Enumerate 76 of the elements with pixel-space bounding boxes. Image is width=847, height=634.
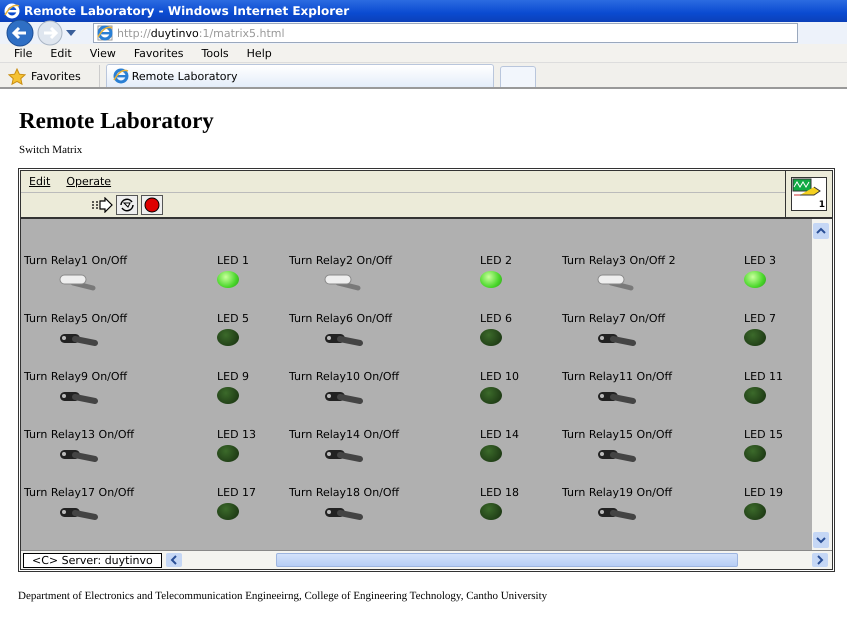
led-label: LED 10 (480, 370, 520, 383)
switch-label: Turn Relay2 On/Off (289, 254, 394, 267)
toggle-switch[interactable] (59, 505, 99, 523)
scroll-up-icon[interactable] (813, 223, 829, 239)
toggle-switch[interactable] (597, 505, 637, 523)
menu-item[interactable]: Favorites (126, 46, 194, 60)
scroll-down-icon[interactable] (813, 532, 829, 548)
led-label: LED 6 (480, 312, 514, 325)
switch-label: Turn Relay10 On/Off (289, 370, 400, 383)
led-label: LED 1 (217, 254, 250, 267)
page-subtitle: Switch Matrix (19, 144, 84, 156)
led-label: LED 15 (744, 428, 784, 441)
switch-label: Turn Relay13 On/Off (24, 428, 136, 441)
caret-icon[interactable] (66, 30, 76, 36)
toggle-switch[interactable] (59, 331, 99, 349)
switch-label: Turn Relay18 On/Off (289, 486, 400, 499)
address-field[interactable]: http://duytinvo:1/matrix5.html (93, 23, 798, 43)
led-label: LED 11 (744, 370, 784, 383)
window-title: Remote Laboratory - Windows Internet Explorer (24, 4, 350, 18)
switch-label: Turn Relay3 On/Off 2 (562, 254, 677, 267)
menu-item[interactable]: File (6, 46, 42, 60)
browser-tab[interactable]: Remote Laboratory (106, 64, 494, 87)
led-label: LED 9 (217, 370, 250, 383)
switch-label: Turn Relay17 On/Off (24, 486, 136, 499)
browser-icon (112, 68, 129, 84)
led-label: LED 3 (744, 254, 778, 267)
back-icon[interactable] (6, 19, 34, 47)
favorites-button[interactable]: Favorites (8, 65, 100, 87)
run-continuous-icon[interactable] (116, 195, 138, 215)
page-heading: Remote Laboratory (19, 107, 215, 135)
switch-label: Turn Relay11 On/Off (562, 370, 674, 383)
scroll-left-icon[interactable] (166, 553, 182, 567)
page-icon (97, 25, 113, 41)
run-arrow-icon[interactable] (91, 197, 113, 213)
browser-icon (4, 3, 20, 19)
menu-item[interactable]: Operate (58, 175, 120, 188)
vi-number: 1 (818, 200, 825, 210)
toggle-switch[interactable] (597, 389, 637, 407)
scroll-thumb[interactable] (276, 553, 738, 567)
toggle-switch[interactable] (324, 389, 364, 407)
led-label: LED 17 (217, 486, 258, 499)
menu-item[interactable]: View (82, 46, 126, 60)
menu-item[interactable]: Edit (42, 46, 82, 60)
led-label: LED 19 (744, 486, 784, 499)
led-label: LED 18 (480, 486, 520, 499)
toggle-switch[interactable] (59, 389, 99, 407)
stop-icon[interactable] (141, 195, 163, 215)
url-text: http://duytinvo:1/matrix5.html (117, 26, 285, 40)
toggle-switch[interactable] (324, 331, 364, 349)
switch-label: Turn Relay19 On/Off (562, 486, 674, 499)
led-label: LED 13 (217, 428, 258, 441)
switch-label: Turn Relay14 On/Off (289, 428, 400, 441)
led-label: LED 2 (480, 254, 514, 267)
toggle-switch[interactable] (324, 447, 364, 465)
menu-item[interactable]: Tools (194, 46, 239, 60)
toggle-switch[interactable] (324, 505, 364, 523)
switch-label: Turn Relay6 On/Off (289, 312, 394, 325)
led-label: LED 5 (217, 312, 250, 325)
menu-item[interactable]: Edit (21, 175, 58, 188)
led-label: LED 14 (480, 428, 520, 441)
menu-item[interactable]: Help (238, 46, 282, 60)
star-icon (8, 68, 26, 84)
toggle-switch[interactable] (597, 447, 637, 465)
forward-icon[interactable] (37, 20, 63, 46)
server-status: <C> Server: duytinvo (23, 552, 162, 568)
scroll-right-icon[interactable] (812, 553, 828, 567)
switch-label: Turn Relay1 On/Off (24, 254, 128, 267)
switch-label: Turn Relay7 On/Off (562, 312, 666, 325)
switch-label: Turn Relay15 On/Off (562, 428, 674, 441)
vertical-scrollbar[interactable] (812, 219, 832, 550)
switch-label: Turn Relay9 On/Off (24, 370, 128, 383)
led-label: LED 7 (744, 312, 778, 325)
toggle-switch[interactable] (597, 331, 637, 349)
toggle-switch[interactable] (59, 447, 99, 465)
switch-label: Turn Relay5 On/Off (24, 312, 128, 325)
footer-text: Department of Electronics and Telecommunication Engineeirng, College of Engineering Technology, Cantho University (18, 590, 548, 602)
